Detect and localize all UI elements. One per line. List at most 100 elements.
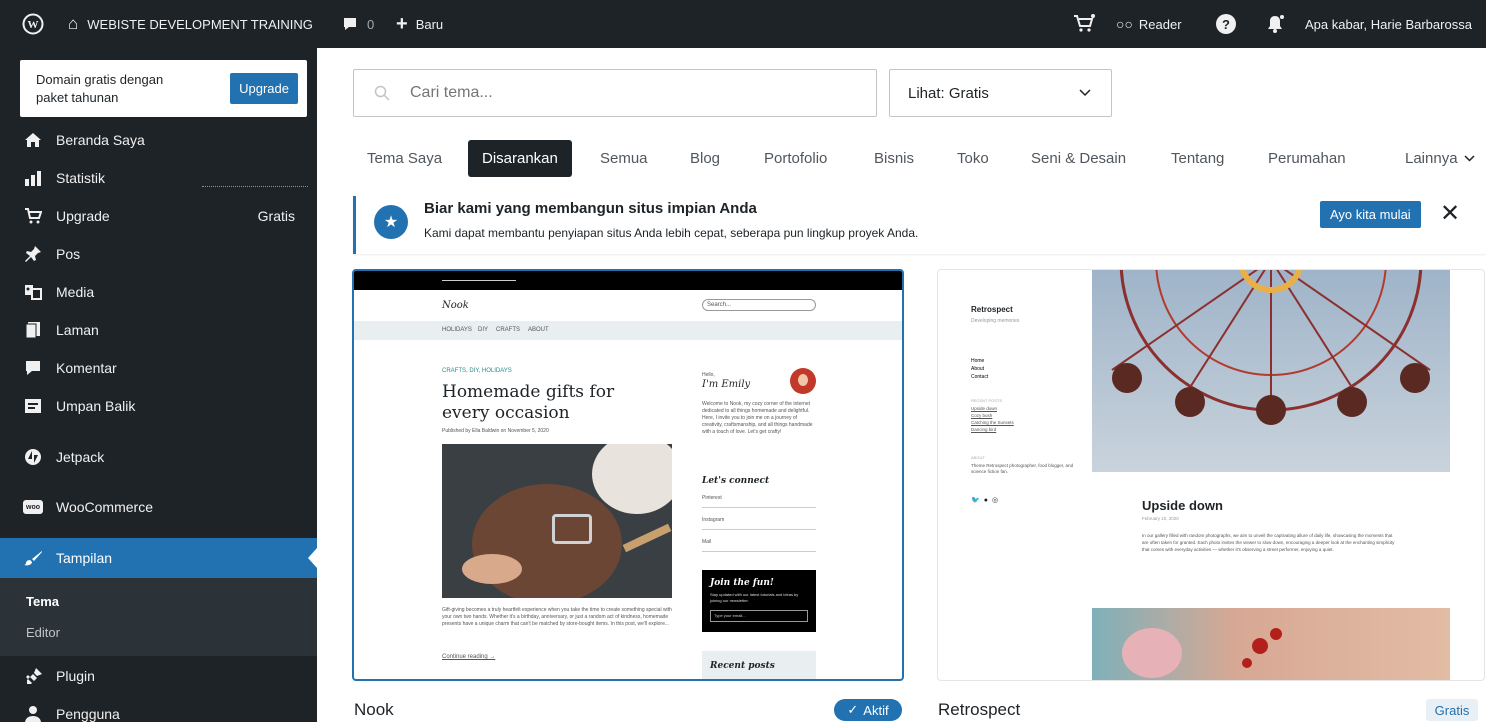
tab-portofolio[interactable]: Portofolio	[764, 140, 827, 177]
submenu-editor[interactable]: Editor	[26, 625, 60, 640]
menu-item-plugin[interactable]: Plugin	[0, 658, 317, 694]
preview-category: CRAFTS, DIY, HOLIDAYS	[442, 368, 512, 374]
start-button[interactable]: Ayo kita mulai	[1320, 201, 1421, 228]
media-icon	[22, 281, 44, 303]
menu-item-jetpack[interactable]: Jetpack	[0, 439, 317, 475]
tab-perumahan[interactable]: Perumahan	[1268, 140, 1346, 177]
preview-hello: Hello,	[702, 372, 715, 378]
account-link[interactable]: Apa kabar, Harie Barbarossa	[1305, 0, 1472, 48]
new-link[interactable]: + Baru	[396, 0, 443, 48]
preview-site: Retrospect	[971, 305, 1013, 314]
submenu-tema[interactable]: Tema	[26, 594, 59, 609]
theme-name-retrospect[interactable]: Retrospect	[938, 700, 1020, 720]
menu-item-pos[interactable]: Pos	[0, 236, 317, 272]
promo-text: Domain gratis dengan paket tahunan	[36, 71, 164, 105]
menu-item-statistik[interactable]: Statistik	[0, 160, 317, 196]
bell-icon	[1268, 15, 1284, 33]
theme-card-nook[interactable]: Nook Search... HOLIDAYS DIY CRAFTS ABOUT…	[352, 269, 904, 681]
tab-blog[interactable]: Blog	[690, 140, 720, 177]
preview-nav-item: CRAFTS	[496, 327, 520, 333]
notifications-link[interactable]	[1265, 0, 1285, 48]
menu-item-label: Beranda Saya	[56, 132, 145, 148]
upgrade-button[interactable]: Upgrade	[230, 73, 298, 104]
menu-item-laman[interactable]: Laman	[0, 312, 317, 348]
preview-avatar	[790, 368, 816, 394]
menu-item-beranda[interactable]: Beranda Saya	[0, 122, 317, 158]
site-link[interactable]: ⌂ WEBISTE DEVELOPMENT TRAINING	[68, 0, 313, 48]
user-icon	[22, 703, 44, 722]
preview-heading: Homemade gifts for every occasion	[442, 382, 615, 423]
menu-item-upgrade[interactable]: Upgrade Gratis	[0, 198, 317, 234]
tab-tentang[interactable]: Tentang	[1171, 140, 1224, 177]
comments-count: 0	[367, 16, 375, 32]
menu-item-label: Tampilan	[56, 550, 113, 566]
menu-item-komentar[interactable]: Komentar	[0, 350, 317, 386]
menu-item-label: Pengguna	[56, 706, 120, 722]
tab-bisnis[interactable]: Bisnis	[874, 140, 914, 177]
stats-sparkline	[202, 186, 308, 187]
menu-item-label: WooCommerce	[56, 499, 153, 515]
woo-icon: woo	[22, 496, 44, 518]
preview-nav-item: HOLIDAYS	[442, 327, 472, 333]
tab-semua[interactable]: Semua	[600, 140, 648, 177]
plugin-icon	[22, 665, 44, 687]
preview-logo: Nook	[442, 300, 469, 311]
svg-text:W: W	[28, 19, 39, 31]
active-pointer	[308, 548, 317, 568]
comments-link[interactable]: 0	[342, 0, 374, 48]
menu-item-label: Plugin	[56, 668, 95, 684]
menu-item-tampilan[interactable]: Tampilan	[0, 538, 317, 578]
tab-tema-saya[interactable]: Tema Saya	[367, 140, 442, 177]
help-link[interactable]: ?	[1216, 0, 1236, 48]
menu-item-umpan-balik[interactable]: Umpan Balik	[0, 388, 317, 424]
banner-title: Biar kami yang membangun situs impian An…	[424, 200, 757, 217]
tab-seni-desain[interactable]: Seni & Desain	[1031, 140, 1126, 177]
tab-lainnya-label: Lainnya	[1405, 150, 1458, 167]
preview-body: Gift-giving becomes a truly heartfelt ex…	[442, 607, 672, 627]
filter-select[interactable]: Lihat: Gratis	[889, 69, 1112, 117]
menu-item-media[interactable]: Media	[0, 274, 317, 310]
preview-post-title: Upside down	[1142, 498, 1223, 513]
theme-name-nook[interactable]: Nook	[354, 700, 394, 720]
menu-item-label: Laman	[56, 322, 99, 338]
menu-item-label: Jetpack	[56, 449, 105, 465]
theme-card-retrospect[interactable]: Retrospect Developing memories Home Abou…	[937, 269, 1485, 681]
preview-nav-item: About	[971, 366, 985, 372]
tab-disarankan[interactable]: Disarankan	[468, 140, 572, 177]
star-icon: ★	[374, 205, 408, 239]
preview-flower-image	[1092, 608, 1450, 680]
preview-byline: Published by Ella Baldwin on November 5,…	[442, 428, 549, 434]
preview-post-image	[442, 444, 672, 598]
concierge-banner: ★ Biar kami yang membangun situs impian …	[353, 196, 1486, 254]
preview-nav-item: Home	[971, 358, 985, 364]
reader-label: Reader	[1138, 16, 1182, 32]
search-box[interactable]	[353, 69, 877, 117]
preview-about-label: ABOUT	[971, 455, 985, 460]
help-icon: ?	[1216, 14, 1236, 34]
preview-link-mail: Mail	[702, 539, 816, 552]
preview-recent-item: Catching the Sunsets	[971, 420, 1014, 425]
free-badge: Gratis	[257, 208, 295, 224]
feedback-icon	[22, 395, 44, 417]
cart-link[interactable]	[1073, 0, 1095, 48]
preview-search: Search...	[702, 299, 816, 311]
wordpress-logo-icon[interactable]: W	[22, 0, 44, 48]
close-icon[interactable]: ✕	[1440, 199, 1460, 228]
admin-sidebar: Domain gratis dengan paket tahunan Upgra…	[0, 48, 317, 722]
reader-link[interactable]: ○○ Reader	[1116, 0, 1182, 48]
menu-item-pengguna[interactable]: Pengguna	[0, 696, 317, 722]
tab-toko[interactable]: Toko	[957, 140, 989, 177]
search-input[interactable]	[410, 84, 830, 102]
menu-item-woocommerce[interactable]: woo WooCommerce	[0, 489, 317, 525]
preview-nav: HOLIDAYS DIY CRAFTS ABOUT	[354, 321, 902, 340]
menu-item-label: Upgrade	[56, 208, 110, 224]
preview-link-pinterest: Pinterest	[702, 495, 816, 508]
preview-join-input: Type your email...	[710, 610, 808, 622]
stats-icon	[22, 167, 44, 189]
cart-icon	[22, 205, 44, 227]
cart-icon	[1074, 14, 1095, 32]
preview-recent-title: Recent posts	[710, 661, 775, 671]
preview-recent-item: Dancing bird	[971, 427, 997, 432]
tab-lainnya[interactable]: Lainnya	[1405, 140, 1475, 177]
preview-nav-item: DIY	[478, 327, 489, 333]
